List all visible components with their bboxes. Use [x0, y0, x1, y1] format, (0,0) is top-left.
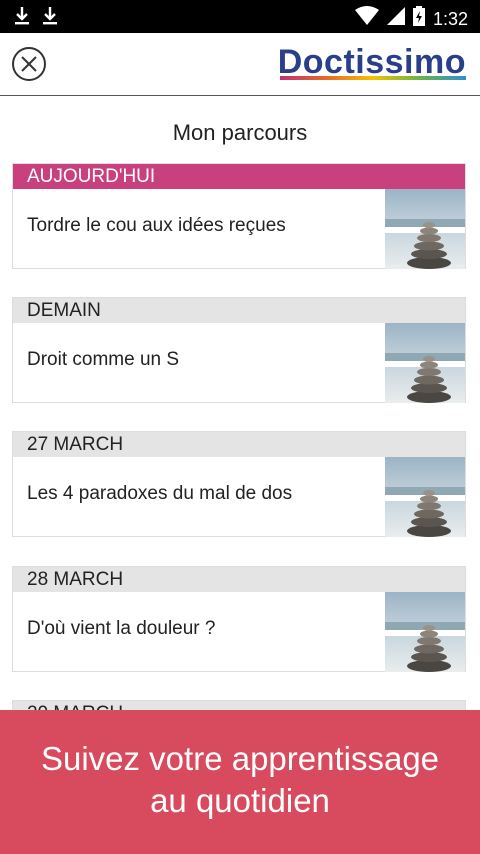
course-card[interactable]: 28 MARCH D'où vient la douleur ?: [12, 566, 466, 672]
battery-icon: [412, 6, 425, 31]
stone-stack-image: [385, 592, 465, 672]
status-time: 1:32: [432, 8, 468, 29]
card-title: Tordre le cou aux idées reçues: [27, 215, 286, 236]
stone-stack-image: [385, 323, 465, 403]
course-card-today[interactable]: AUJOURD'HUI Tordre le cou aux idées reçu…: [12, 163, 466, 269]
stone-stack-image: [385, 457, 465, 537]
card-title: D'où vient la douleur ?: [27, 618, 216, 639]
status-bar: 1:32: [0, 0, 480, 33]
banner-text-line-1: Suivez votre apprentissage: [40, 740, 440, 777]
logo-underline: [280, 76, 466, 80]
card-date: 27 MARCH: [13, 432, 465, 457]
download-icon: [14, 6, 30, 31]
card-title: Droit comme un S: [27, 349, 180, 370]
close-button[interactable]: [12, 47, 46, 81]
card-date: DEMAIN: [13, 298, 465, 323]
stone-stack-image: [385, 189, 465, 269]
banner-text-line-2: au quotidien: [150, 782, 330, 819]
course-card[interactable]: DEMAIN Droit comme un S: [12, 297, 466, 403]
card-date: 28 MARCH: [13, 567, 465, 592]
download-icon: [42, 6, 58, 31]
close-icon: [21, 56, 37, 72]
page-title: Mon parcours: [172, 120, 308, 145]
card-date: AUJOURD'HUI: [13, 164, 465, 189]
promo-banner[interactable]: Suivez votre apprentissage au quotidien: [0, 710, 480, 854]
wifi-icon: [354, 6, 379, 31]
card-title: Les 4 paradoxes du mal de dos: [27, 483, 293, 504]
app-bar: Doctissimo: [0, 33, 480, 96]
course-card[interactable]: 27 MARCH Les 4 paradoxes du mal de dos: [12, 431, 466, 537]
signal-icon: [386, 6, 405, 31]
